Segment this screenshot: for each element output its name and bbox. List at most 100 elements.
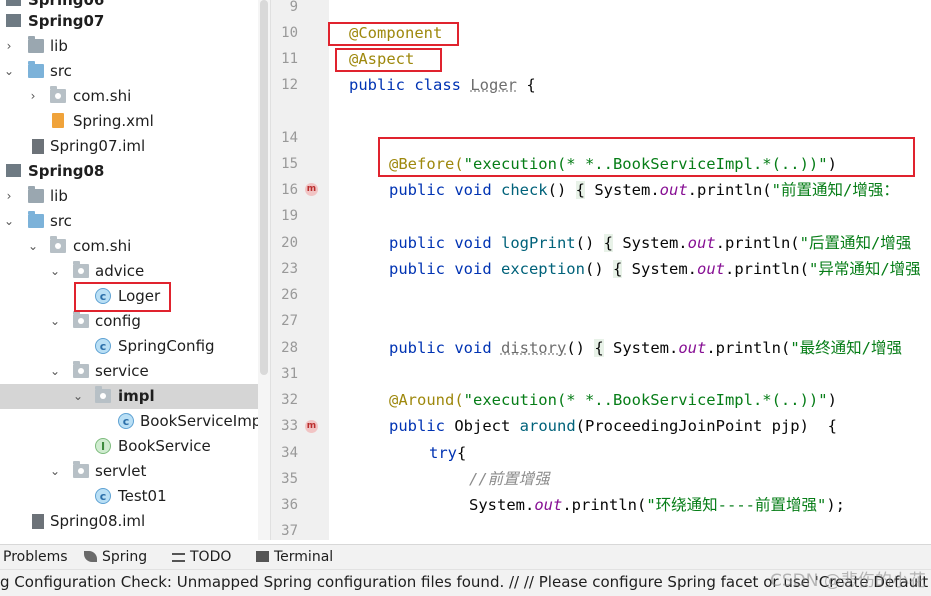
- chevron-right-icon[interactable]: ›: [4, 184, 14, 209]
- tree-scrollbar[interactable]: [258, 0, 270, 540]
- package-icon: [50, 236, 66, 253]
- xml-file-icon: [52, 113, 64, 128]
- class-icon: c: [95, 338, 111, 354]
- package-icon: [73, 361, 89, 378]
- tree-item-src[interactable]: ⌄ src: [0, 59, 258, 84]
- tree-item-spring07-iml[interactable]: Spring07.iml: [0, 134, 258, 159]
- project-tree[interactable]: Spring06 Spring07 › lib ⌄ src › com.shi …: [0, 0, 258, 540]
- chevron-down-icon[interactable]: ⌄: [50, 309, 60, 334]
- class-icon: c: [118, 413, 134, 429]
- code-line-28: public void distory() { System.out.print…: [389, 339, 902, 357]
- tree-item-src[interactable]: ⌄ src: [0, 209, 258, 234]
- tree-item-spring-xml[interactable]: Spring.xml: [0, 109, 258, 134]
- terminal-icon: [256, 551, 269, 562]
- tree-item-bookservice[interactable]: I BookService: [0, 434, 258, 459]
- line-number: 15: [281, 156, 298, 172]
- advice-method-icon[interactable]: m: [305, 420, 318, 433]
- chevron-right-icon[interactable]: ›: [28, 84, 38, 109]
- tree-item-lib[interactable]: › lib: [0, 184, 258, 209]
- chevron-down-icon[interactable]: ⌄: [50, 259, 60, 284]
- highlight-box-aspect: [335, 48, 442, 72]
- line-number: 26: [281, 287, 298, 303]
- tree-item-spring08-iml[interactable]: Spring08.iml: [0, 509, 258, 534]
- highlight-box-before: [378, 137, 915, 177]
- tree-item-spring08[interactable]: Spring08: [0, 159, 258, 184]
- module-icon: [6, 164, 21, 177]
- tree-item-com-shi[interactable]: ⌄ com.shi: [0, 234, 258, 259]
- line-number: 20: [281, 235, 298, 251]
- spring-leaf-icon: [84, 551, 97, 562]
- tree-item-springconfig[interactable]: c SpringConfig: [0, 334, 258, 359]
- line-number: 27: [281, 313, 298, 329]
- iml-file-icon: [32, 514, 44, 529]
- line-number: 34: [281, 445, 298, 461]
- iml-file-icon: [32, 139, 44, 154]
- advice-method-icon[interactable]: m: [305, 183, 318, 196]
- tree-item-impl[interactable]: ⌄ impl: [0, 384, 258, 409]
- tree-item-advice[interactable]: ⌄ advice: [0, 259, 258, 284]
- tree-item-test01[interactable]: c Test01: [0, 484, 258, 509]
- package-icon: [73, 461, 89, 478]
- chevron-down-icon[interactable]: ⌄: [28, 234, 38, 259]
- source-folder-icon: [28, 61, 44, 78]
- watermark: CSDN @悲伤的小花: [770, 571, 926, 591]
- highlight-box-component: [328, 22, 459, 46]
- tab-spring[interactable]: Spring: [84, 545, 147, 569]
- module-icon: [6, 14, 21, 27]
- line-number: 35: [281, 471, 298, 487]
- line-number: 23: [281, 261, 298, 277]
- tree-item-bookserviceimpl[interactable]: c BookServiceImpl: [0, 409, 258, 434]
- tab-todo[interactable]: TODO: [172, 545, 231, 569]
- code-line-12: public class Loger {: [349, 76, 536, 94]
- line-number: 9: [289, 0, 298, 15]
- tree-scrollbar-thumb[interactable]: [260, 0, 268, 375]
- line-number: 12: [281, 77, 298, 93]
- runnable-class-icon: c: [95, 488, 111, 504]
- package-icon: [95, 386, 111, 403]
- code-editor[interactable]: @Component @Aspect public class Loger { …: [329, 0, 931, 540]
- chevron-down-icon[interactable]: ⌄: [50, 459, 60, 484]
- line-number: 19: [281, 208, 298, 224]
- highlight-box-loger: [74, 282, 171, 312]
- module-icon: [6, 0, 21, 6]
- chevron-right-icon[interactable]: ›: [4, 34, 14, 59]
- line-number: 31: [281, 366, 298, 382]
- chevron-down-icon[interactable]: ⌄: [4, 59, 14, 84]
- code-line-32: @Around("execution(* *..BookServiceImpl.…: [389, 391, 837, 409]
- code-line-35: //前置增强: [469, 470, 550, 488]
- chevron-down-icon[interactable]: ⌄: [50, 359, 60, 384]
- chevron-down-icon[interactable]: ⌄: [73, 384, 83, 409]
- line-number: 28: [281, 340, 298, 356]
- code-line-34: try{: [429, 444, 467, 462]
- line-number: 11: [281, 51, 298, 67]
- package-icon: [73, 261, 89, 278]
- tree-item-service[interactable]: ⌄ service: [0, 359, 258, 384]
- folder-icon: [28, 36, 44, 53]
- package-icon: [50, 86, 66, 103]
- line-number: 10: [281, 25, 298, 41]
- line-number: 37: [281, 523, 298, 539]
- line-number: 14: [281, 130, 298, 146]
- tree-item-config[interactable]: ⌄ config: [0, 309, 258, 334]
- line-number: 33: [281, 418, 298, 434]
- interface-icon: I: [95, 438, 111, 454]
- tree-item-lib[interactable]: › lib: [0, 34, 258, 59]
- code-line-16: public void check() { System.out.println…: [389, 181, 899, 199]
- tree-item-servlet[interactable]: ⌄ servlet: [0, 459, 258, 484]
- code-line-20: public void logPrint() { System.out.prin…: [389, 234, 912, 252]
- line-number: 16: [281, 182, 298, 198]
- code-line-23: public void exception() { System.out.pri…: [389, 260, 921, 278]
- code-line-33: public Object around(ProceedingJoinPoint…: [389, 417, 837, 435]
- source-folder-icon: [28, 211, 44, 228]
- tree-item-com-shi[interactable]: › com.shi: [0, 84, 258, 109]
- tree-item-spring07[interactable]: Spring07: [0, 9, 258, 34]
- tab-problems[interactable]: Problems: [3, 545, 68, 569]
- folder-icon: [28, 186, 44, 203]
- line-number: 32: [281, 392, 298, 408]
- editor-gutter: 9 10 11 12 14 15 16 19 20 23 26 27 28 31…: [270, 0, 329, 540]
- tab-terminal[interactable]: Terminal: [256, 545, 333, 569]
- line-number: 36: [281, 497, 298, 513]
- code-line-36: System.out.println("环绕通知----前置增强");: [469, 496, 845, 514]
- list-icon: [172, 553, 185, 562]
- chevron-down-icon[interactable]: ⌄: [4, 209, 14, 234]
